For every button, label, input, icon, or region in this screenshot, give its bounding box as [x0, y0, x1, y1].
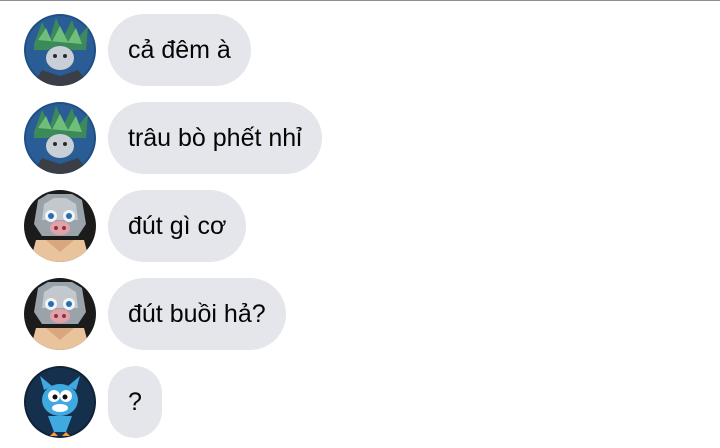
- message-row: cả đêm à: [0, 14, 720, 86]
- message-row: trâu bò phết nhỉ: [0, 102, 720, 174]
- message-bubble[interactable]: cả đêm à: [108, 14, 251, 86]
- boar-mask-avatar-icon: [24, 278, 96, 350]
- message-row: ?: [0, 366, 720, 438]
- sender-avatar[interactable]: [24, 102, 96, 174]
- message-bubble[interactable]: đút gì cơ: [108, 190, 247, 262]
- blue-cat-cartoon-avatar-icon: [24, 366, 96, 438]
- green-hair-anime-avatar-icon: [24, 14, 96, 86]
- sender-avatar[interactable]: [24, 278, 96, 350]
- green-hair-anime-avatar-icon: [24, 102, 96, 174]
- message-bubble[interactable]: đút buồi hả?: [108, 278, 286, 350]
- message-bubble[interactable]: ?: [108, 366, 162, 438]
- sender-avatar[interactable]: [24, 366, 96, 438]
- message-bubble[interactable]: trâu bò phết nhỉ: [108, 102, 322, 174]
- boar-mask-avatar-icon: [24, 190, 96, 262]
- sender-avatar[interactable]: [24, 190, 96, 262]
- sender-avatar[interactable]: [24, 14, 96, 86]
- message-thread: cả đêm à trâu bò phết nhỉ đút gì cơ đút …: [0, 0, 720, 448]
- message-row: đút gì cơ: [0, 190, 720, 262]
- message-row: đút buồi hả?: [0, 278, 720, 350]
